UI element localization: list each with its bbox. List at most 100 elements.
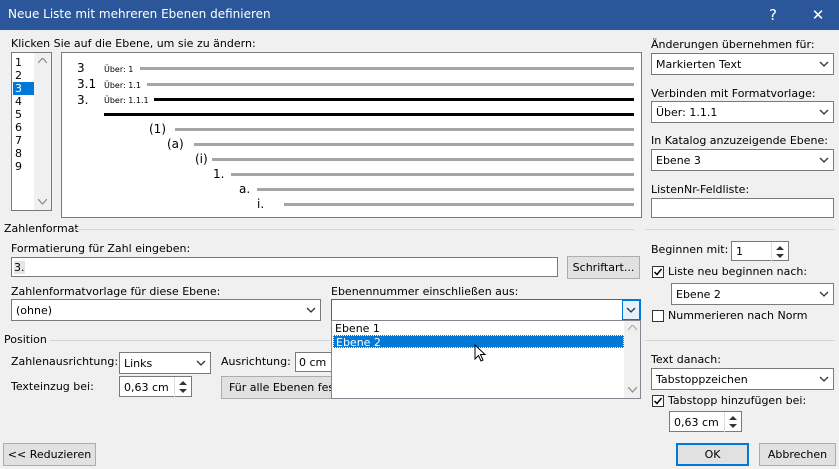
alignment-value: Links — [124, 357, 153, 370]
preview-sub-3: (i) — [195, 152, 208, 166]
spin-arrows-icon[interactable] — [771, 242, 788, 262]
section-divider — [74, 229, 634, 230]
restart-label[interactable]: Liste neu beginnen nach: — [668, 265, 807, 278]
tab-add-label[interactable]: Tabstopp hinzufügen bei: — [668, 394, 806, 407]
include-level-select[interactable] — [331, 299, 641, 321]
levels-label: Klicken Sie auf die Ebene, um sie zu änd… — [11, 37, 256, 50]
level-item[interactable]: 3 — [13, 82, 35, 95]
preview-text-1: Über: 1 — [104, 65, 134, 74]
apply-to-select[interactable]: Markierten Text — [651, 53, 834, 75]
level-list[interactable]: 123456789 — [11, 52, 52, 211]
gallery-level-select[interactable]: Ebene 3 — [651, 149, 834, 171]
checkmark-icon — [653, 268, 663, 276]
preview-sub-4: 1. — [213, 167, 225, 181]
level-item[interactable]: 6 — [13, 121, 35, 134]
scroll-up-icon[interactable] — [38, 58, 47, 64]
level-item[interactable]: 9 — [13, 160, 35, 173]
tab-add-value: 0,63 cm — [674, 416, 719, 429]
number-format-value: 3. — [14, 261, 25, 274]
level-item[interactable]: 4 — [13, 95, 35, 108]
chevron-down-icon[interactable] — [815, 369, 833, 389]
section-divider — [645, 229, 835, 230]
section-divider — [50, 340, 330, 341]
dialog-title: Neue Liste mit mehreren Ebenen definiere… — [8, 7, 271, 21]
follow-label: Text danach: — [651, 353, 721, 366]
preview-sub-5: a. — [239, 182, 251, 196]
start-at-spinner[interactable]: 1 — [731, 241, 789, 262]
number-format-input[interactable]: 3. — [11, 257, 558, 277]
apply-to-value: Markierten Text — [656, 58, 742, 71]
chevron-down-icon[interactable] — [815, 54, 833, 74]
number-style-select[interactable]: (ohne) — [11, 299, 321, 321]
level-item[interactable]: 2 — [13, 69, 35, 82]
dropdown-scrollbar[interactable] — [624, 321, 640, 398]
start-at-label: Beginnen mit: — [651, 243, 729, 256]
level-item[interactable]: 5 — [13, 108, 35, 121]
chevron-down-icon[interactable] — [302, 300, 320, 320]
chevron-down-icon[interactable] — [192, 353, 210, 373]
chevron-down-icon[interactable] — [815, 150, 833, 170]
follow-select[interactable]: Tabstoppzeichen — [651, 368, 834, 390]
font-button[interactable]: Schriftart... — [567, 256, 640, 279]
preview-num-3: 3. — [77, 93, 89, 107]
position-heading: Position — [4, 333, 47, 346]
apply-to-label: Änderungen übernehmen für: — [651, 38, 815, 51]
level-item[interactable]: 8 — [13, 147, 35, 160]
enter-format-label: Formatierung für Zahl eingeben: — [11, 242, 191, 255]
level-item[interactable]: 7 — [13, 134, 35, 147]
include-level-label: Ebenennummer einschließen aus: — [331, 285, 519, 298]
help-button[interactable]: ? — [758, 2, 788, 28]
dropdown-option[interactable]: Ebene 1 — [333, 322, 624, 335]
preview-text-2: Über: 1.1 — [104, 81, 141, 90]
preview-line — [212, 158, 634, 161]
tab-add-checkbox[interactable] — [652, 395, 664, 407]
gallery-level-label: In Katalog anzuzeigende Ebene: — [651, 134, 828, 147]
chevron-down-icon[interactable] — [815, 102, 833, 122]
spin-arrows-icon[interactable] — [724, 412, 741, 432]
link-style-select[interactable]: Über: 1.1.1 — [651, 101, 834, 123]
legal-label[interactable]: Nummerieren nach Norm — [668, 309, 808, 322]
preview-line — [257, 188, 634, 191]
preview-line-active — [154, 98, 634, 101]
follow-value: Tabstoppzeichen — [656, 373, 748, 386]
level-item[interactable]: 1 — [13, 56, 35, 69]
chevron-down-icon[interactable] — [815, 284, 833, 304]
listnum-field[interactable] — [651, 198, 834, 218]
preview-line — [140, 67, 634, 70]
restart-after-select[interactable]: Ebene 2 — [671, 283, 834, 305]
scroll-down-icon[interactable] — [38, 199, 47, 205]
indent-value: 0,63 cm — [124, 381, 169, 394]
alignment-select[interactable]: Links — [119, 352, 211, 374]
indent-spinner[interactable]: 0,63 cm — [119, 376, 192, 397]
section-divider — [645, 340, 835, 341]
restart-after-value: Ebene 2 — [676, 288, 721, 301]
mouse-pointer-icon — [474, 344, 487, 362]
scroll-up-icon[interactable] — [628, 325, 637, 331]
link-style-value: Über: 1.1.1 — [656, 106, 718, 119]
aligned-at-spinner[interactable]: 0 cm — [295, 352, 335, 372]
spin-arrows-icon[interactable] — [174, 377, 191, 397]
preview-line-active — [104, 113, 634, 116]
close-button[interactable]: ✕ — [803, 2, 833, 28]
cancel-button[interactable]: Abbrechen — [759, 443, 836, 466]
preview-line — [175, 128, 634, 131]
preview-sub-6: i. — [257, 197, 265, 211]
set-all-levels-button[interactable]: Für alle Ebenen fest — [221, 376, 341, 399]
ok-button[interactable]: OK — [676, 443, 749, 466]
preview-pane[interactable]: 3 Über: 1 3.1 Über: 1.1 3. Über: 1.1.1 (… — [61, 52, 642, 218]
chevron-down-icon[interactable] — [622, 300, 640, 320]
gallery-level-value: Ebene 3 — [656, 154, 701, 167]
legal-checkbox[interactable] — [652, 310, 664, 322]
scroll-down-icon[interactable] — [628, 387, 637, 393]
checkmark-icon — [653, 397, 663, 405]
tab-add-spinner[interactable]: 0,63 cm — [669, 411, 742, 432]
preview-line — [194, 143, 634, 146]
reduce-button[interactable]: << Reduzieren — [3, 443, 96, 466]
number-style-label: Zahlenformatvorlage für diese Ebene: — [11, 285, 221, 298]
link-style-label: Verbinden mit Formatvorlage: — [651, 87, 816, 100]
restart-checkbox[interactable] — [652, 266, 664, 278]
aligned-at-value: 0 cm — [299, 356, 327, 369]
preview-num-2: 3.1 — [77, 77, 97, 91]
alignment-label: Zahlenausrichtung: — [11, 355, 119, 368]
level-list-scrollbar[interactable] — [34, 53, 51, 210]
